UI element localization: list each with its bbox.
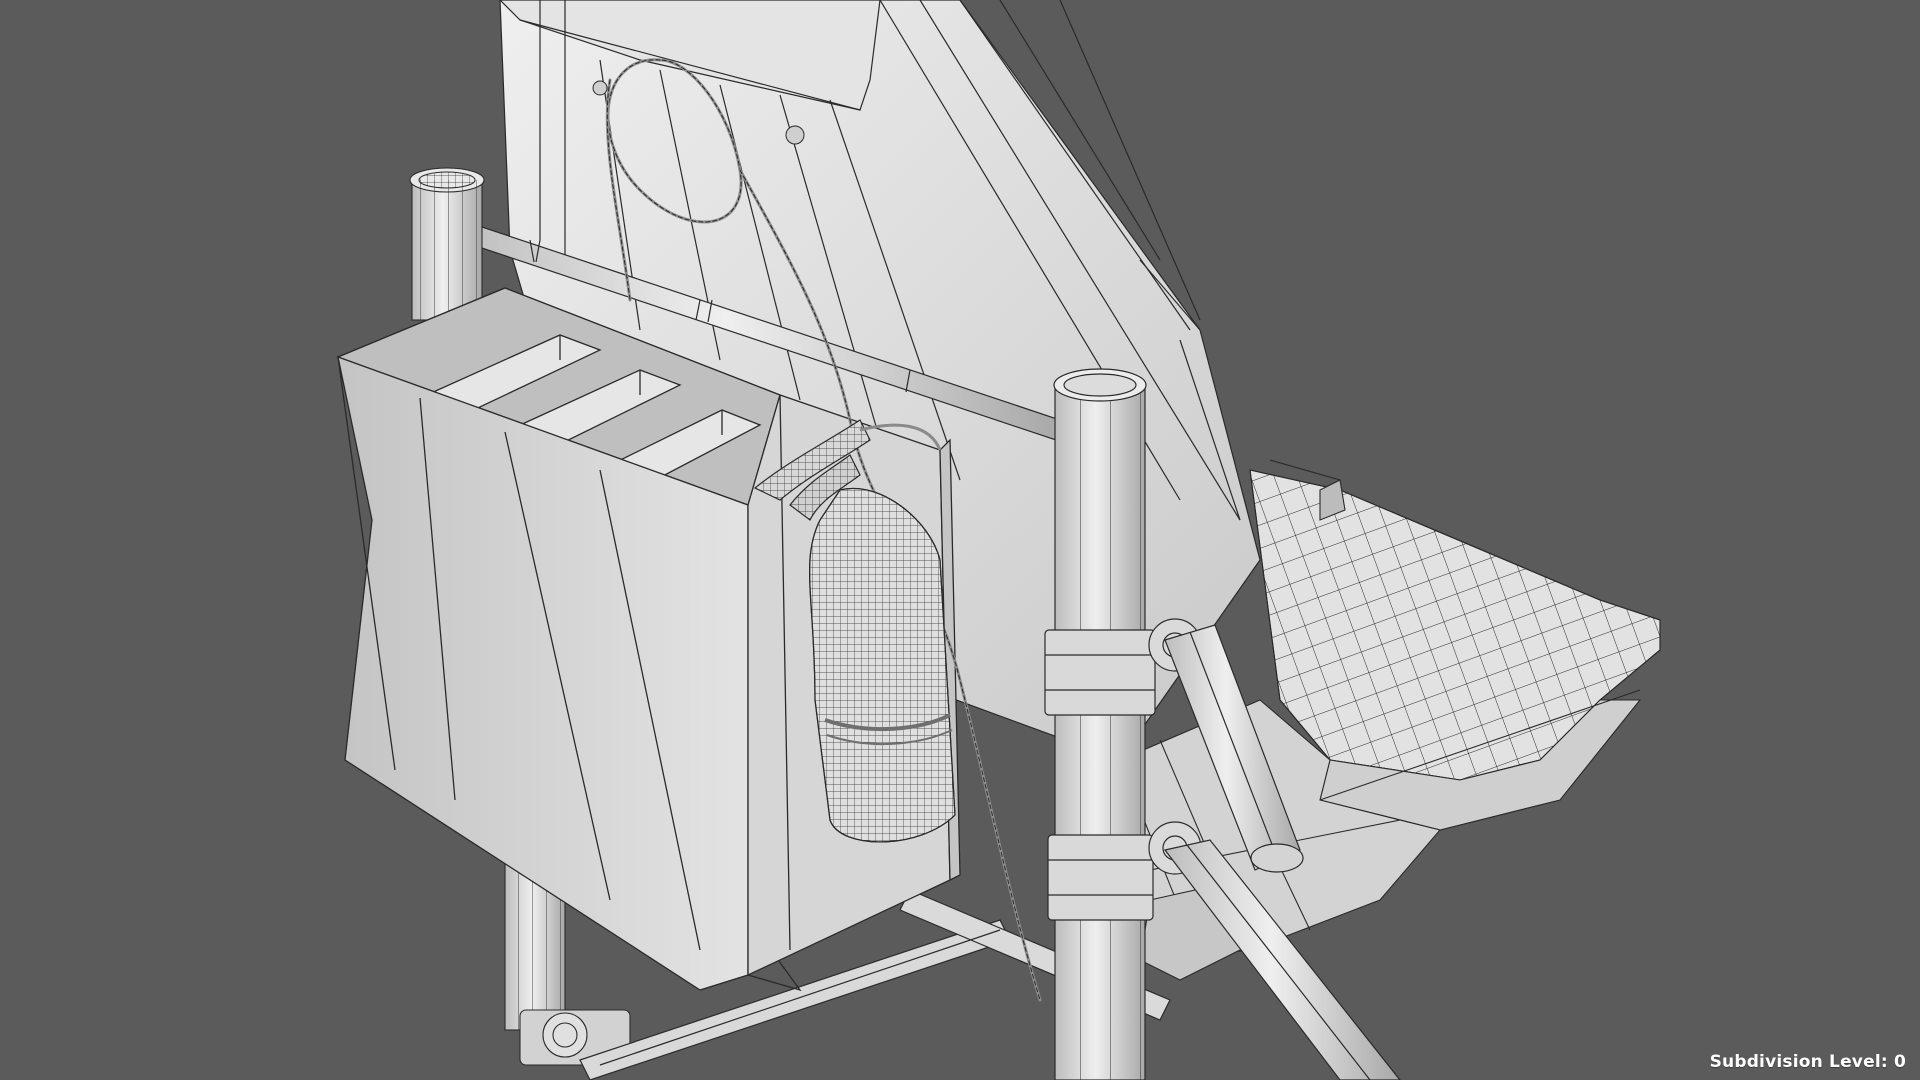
3d-viewport[interactable]: Subdivision Level: 0: [0, 0, 1920, 1080]
wireframe-scene: [336, 0, 1661, 1080]
subdivision-level-label: Subdivision Level: 0: [1709, 1052, 1906, 1072]
